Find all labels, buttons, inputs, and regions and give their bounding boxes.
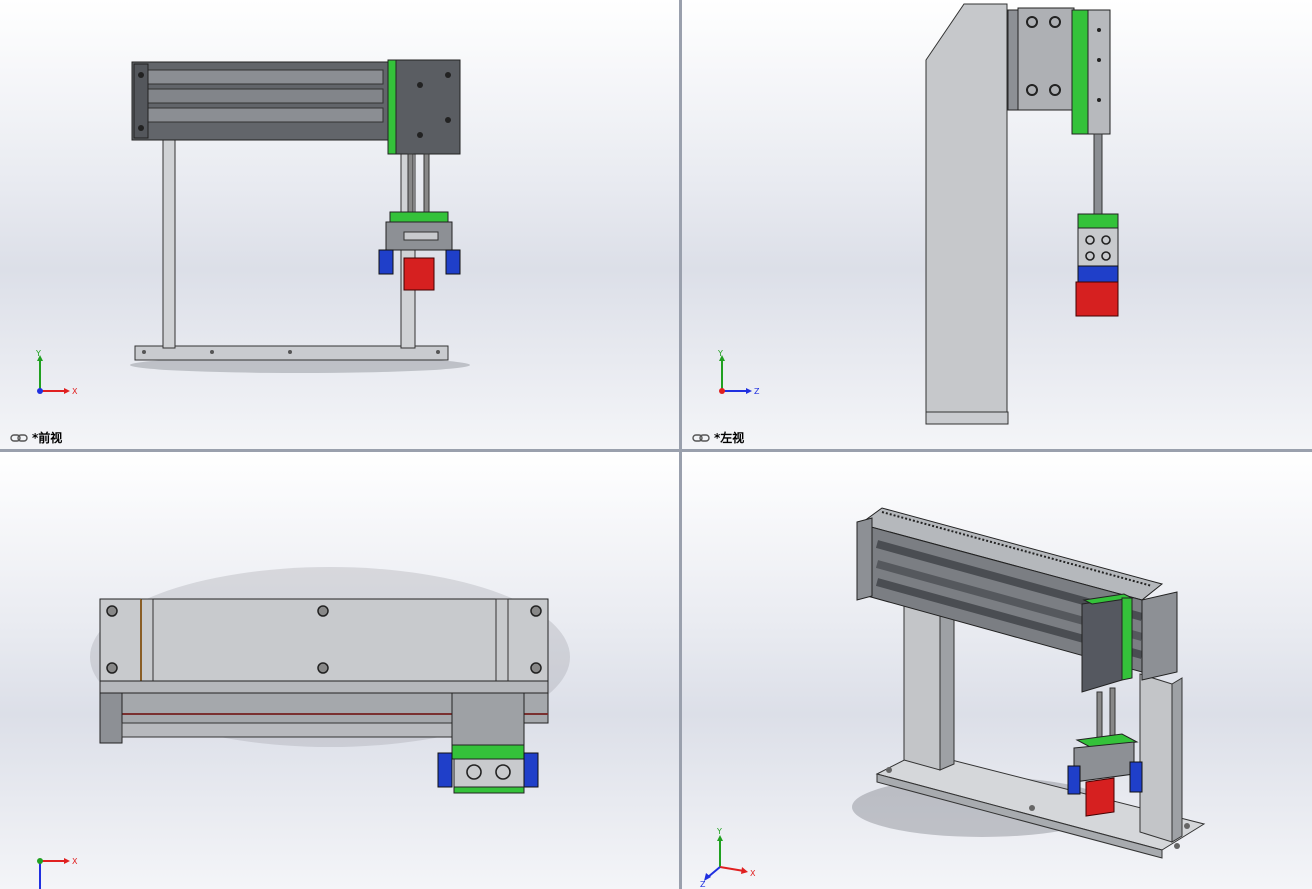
gripper-side: [1077, 227, 1119, 267]
gripped-part-side: [1075, 281, 1119, 317]
top-view-model: [90, 567, 570, 794]
view-name: *左视: [714, 431, 745, 445]
left-view-model: [925, 3, 1119, 425]
axis-label-x: X: [72, 857, 78, 866]
axis-label-x: X: [750, 869, 756, 878]
carriage-top: [451, 692, 525, 746]
viewport-top[interactable]: Z X: [0, 452, 679, 889]
viewport-splitter-horizontal[interactable]: [0, 449, 1312, 452]
viewport-left[interactable]: Y Z *左视: [682, 0, 1312, 449]
front-axis-triad: Y X: [30, 345, 90, 405]
left-post: [162, 139, 176, 349]
iso-gripper: [1073, 741, 1135, 783]
gripper-finger-right: [445, 249, 461, 275]
viewport-isometric[interactable]: Y X Z: [682, 452, 1312, 889]
top-axis-triad: Z X: [26, 847, 86, 889]
base-plate-side: [925, 411, 1009, 425]
left-axis-triad: Y Z: [712, 345, 772, 405]
axis-label-y: Y: [717, 349, 723, 358]
isometric-view-model: [852, 507, 1206, 859]
link-views-icon: [10, 433, 28, 442]
iso-left-post: [903, 591, 941, 771]
gripped-part: [403, 257, 435, 291]
viewport-splitter-vertical[interactable]: [679, 0, 682, 889]
iso-right-post: [1139, 673, 1173, 843]
link-views-icon: [692, 433, 710, 442]
axis-label-y: Y: [716, 827, 722, 836]
gripper-finger-left: [378, 249, 394, 275]
view-label-left: *左视: [692, 429, 744, 446]
side-post: [925, 3, 1008, 413]
iso-carriage: [1081, 597, 1123, 693]
iso-axis-triad: Y X Z: [700, 827, 760, 889]
axis-label-z: Z: [700, 880, 706, 887]
front-view-model: [130, 59, 470, 373]
viewport-front[interactable]: Y X *前视: [0, 0, 679, 449]
axis-label-x: X: [72, 387, 78, 396]
view-name: *前视: [32, 431, 63, 445]
axis-label-z: Z: [754, 387, 760, 396]
iso-gripped-part: [1085, 777, 1115, 817]
axis-label-y: Y: [35, 349, 41, 358]
view-label-front: *前视: [10, 429, 62, 446]
